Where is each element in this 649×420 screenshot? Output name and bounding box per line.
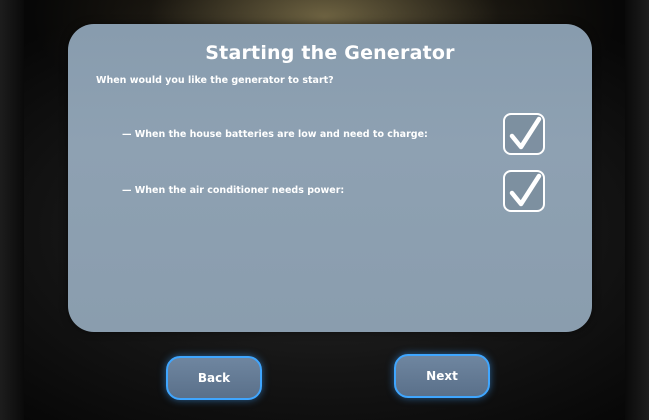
ac-power-checkbox[interactable]	[503, 170, 545, 212]
option-label-batteries-low: — When the house batteries are low and n…	[122, 129, 428, 140]
bezel-left	[0, 0, 24, 420]
generator-settings-panel: Starting the Generator When would you li…	[68, 24, 592, 332]
next-button[interactable]: Next	[394, 354, 490, 398]
question-text: When would you like the generator to sta…	[96, 75, 334, 86]
bezel-right	[625, 0, 649, 420]
checkmark-icon	[509, 173, 542, 207]
checkmark-icon	[509, 116, 542, 150]
page-title: Starting the Generator	[205, 42, 455, 64]
option-label-ac-power: — When the air conditioner needs power:	[122, 185, 345, 196]
back-button[interactable]: Back	[166, 356, 262, 400]
screen: Starting the Generator When would you li…	[0, 0, 649, 420]
batteries-low-checkbox[interactable]	[503, 113, 545, 155]
